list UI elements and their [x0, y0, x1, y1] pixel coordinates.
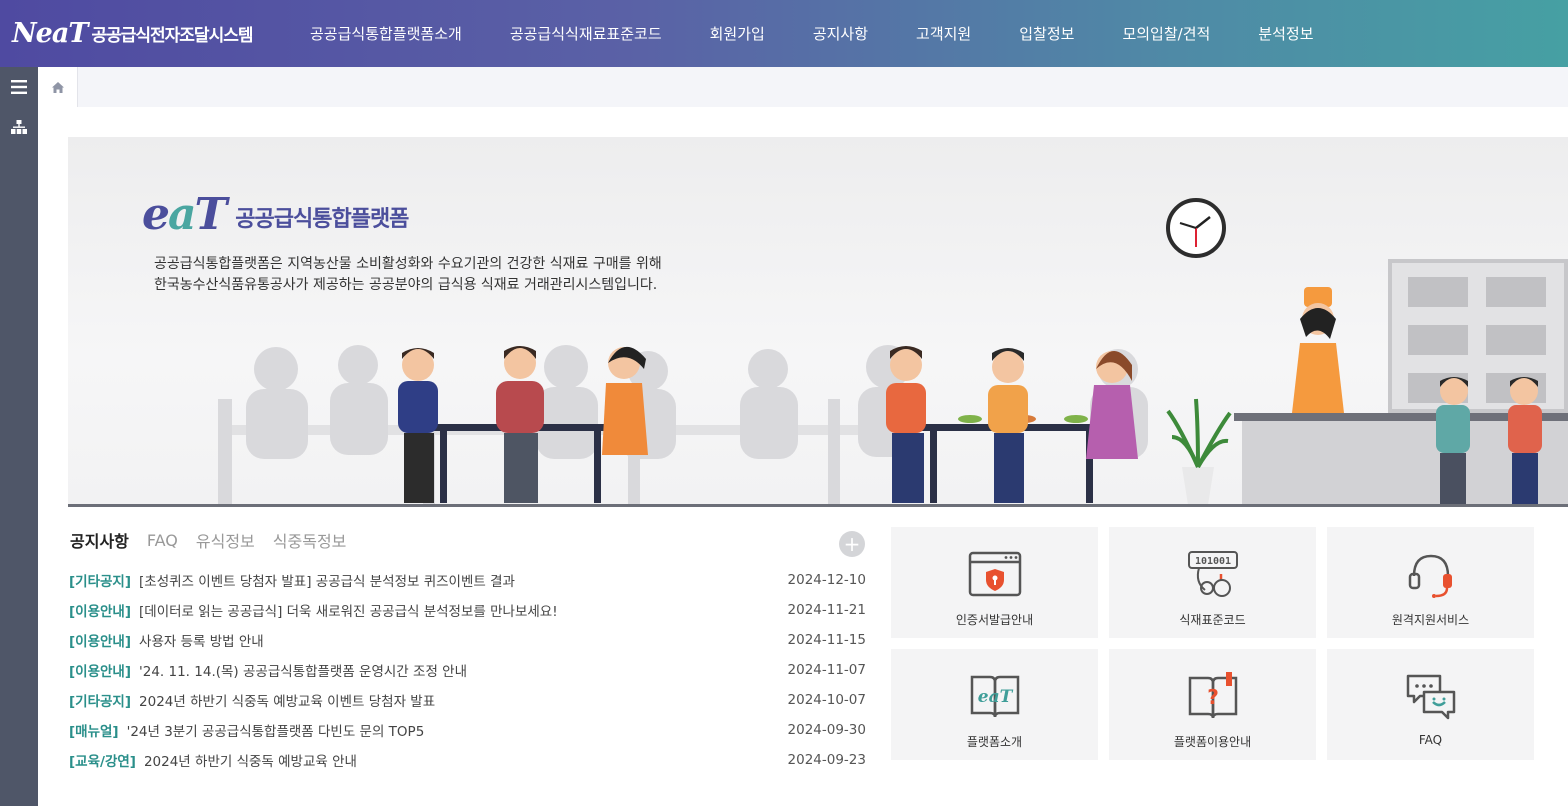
top-header: NeaT 공공급식전자조달시스템 공공급식통합플랫폼소개 공공급식식재료표준코드… — [0, 0, 1568, 67]
tab-food-poisoning[interactable]: 식중독정보 — [273, 528, 347, 552]
tile-food-code[interactable]: 101001 식재표준코드 — [1109, 527, 1316, 638]
chat-bubbles-icon — [1406, 674, 1455, 720]
svg-text:eaT: eaT — [977, 687, 1013, 707]
guide-book-icon: ? — [1188, 672, 1237, 719]
notice-title[interactable]: 2024년 하반기 식중독 예방교육 안내 — [144, 750, 788, 770]
tile-label: 플랫폼소개 — [966, 735, 1023, 749]
menu-icon — [11, 80, 27, 94]
certificate-icon — [968, 551, 1021, 597]
tile-label: 식재표준코드 — [1179, 613, 1246, 627]
tile-label: 인증서발급안내 — [955, 613, 1034, 627]
nav-item-mock-bid[interactable]: 모의입찰/견적 — [1098, 23, 1234, 44]
list-item[interactable]: [기타공지] 2024년 하반기 식중독 예방교육 이벤트 당첨자 발표 202… — [69, 685, 866, 715]
home-button[interactable] — [38, 67, 78, 107]
notice-title[interactable]: 사용자 등록 방법 안내 — [139, 630, 788, 650]
notice-category: [기타공지] — [69, 574, 132, 590]
home-icon — [51, 81, 64, 93]
tile-faq[interactable]: FAQ — [1327, 649, 1534, 760]
nav-item-bid-info[interactable]: 입찰정보 — [995, 23, 1098, 44]
food-code-icon: 101001 — [1187, 551, 1238, 597]
notice-list: [기타공지] [초성퀴즈 이벤트 당첨자 발표] 공공급식 분석정보 퀴즈이벤트… — [69, 565, 866, 775]
tile-label: FAQ — [1418, 733, 1443, 747]
tile-platform-guide[interactable]: ? 플랫폼이용안내 — [1109, 649, 1316, 760]
nav-item-standard-code[interactable]: 공공급식식재료표준코드 — [486, 23, 686, 44]
notice-category: [이용안내] — [69, 634, 132, 650]
notice-date: 2024-11-21 — [787, 602, 866, 618]
nav-item-notice[interactable]: 공지사항 — [789, 23, 892, 44]
notice-title[interactable]: [초성퀴즈 이벤트 당첨자 발표] 공공급식 분석정보 퀴즈이벤트 결과 — [139, 570, 788, 590]
logo-text: 공공급식전자조달시스템 — [91, 25, 253, 46]
tile-certificate[interactable]: 인증서발급안내 — [891, 527, 1098, 638]
notice-date: 2024-11-15 — [787, 632, 866, 648]
menu-button[interactable] — [0, 67, 38, 107]
list-item[interactable]: [기타공지] [초성퀴즈 이벤트 당첨자 발표] 공공급식 분석정보 퀴즈이벤트… — [69, 565, 866, 595]
tab-faq[interactable]: FAQ — [147, 531, 178, 550]
notice-title[interactable]: '24. 11. 14.(목) 공공급식통합플랫폼 운영시간 조정 안내 — [139, 660, 788, 680]
banner-description: 공공급식통합플랫폼은 지역농산물 소비활성화와 수요기관의 건강한 식재료 구매… — [154, 254, 662, 296]
headset-icon — [1408, 554, 1452, 598]
notice-category: [교육/강연] — [69, 754, 136, 770]
svg-text:101001: 101001 — [1194, 556, 1230, 567]
notice-category: [이용안내] — [69, 664, 132, 680]
notice-title[interactable]: [데이터로 읽는 공공급식] 더욱 새로워진 공공급식 분석정보를 만나보세요! — [139, 600, 788, 620]
tile-platform-intro[interactable]: eaT 플랫폼소개 — [891, 649, 1098, 760]
eat-book-icon: eaT — [970, 675, 1019, 718]
nav-item-signup[interactable]: 회원가입 — [686, 23, 789, 44]
notice-title[interactable]: '24년 3분기 공공급식통합플랫폼 다빈도 문의 TOP5 — [127, 720, 788, 740]
hero-banner: eaT 공공급식통합플랫폼 공공급식통합플랫폼은 지역농산물 소비활성화와 수요… — [68, 137, 1568, 507]
nav-item-analysis[interactable]: 분석정보 — [1234, 23, 1337, 44]
banner-desc-line-2: 한국농수산식품유통공사가 제공하는 공공분야의 급식용 식재료 거래관리시스템입… — [154, 277, 658, 293]
logo-mark: NeaT — [12, 17, 88, 49]
notice-title[interactable]: 2024년 하반기 식중독 예방교육 이벤트 당첨자 발표 — [139, 690, 788, 710]
list-item[interactable]: [매뉴얼] '24년 3분기 공공급식통합플랫폼 다빈도 문의 TOP5 202… — [69, 715, 866, 745]
sitemap-icon — [11, 120, 27, 134]
notice-date: 2024-11-07 — [787, 662, 866, 678]
more-button[interactable]: + — [839, 531, 865, 557]
notice-date: 2024-09-30 — [787, 722, 866, 738]
nav-item-intro[interactable]: 공공급식통합플랫폼소개 — [286, 23, 486, 44]
notice-category: [기타공지] — [69, 694, 132, 710]
banner-brand-name: 공공급식통합플랫폼 — [235, 207, 409, 232]
list-item[interactable]: [이용안내] '24. 11. 14.(목) 공공급식통합플랫폼 운영시간 조정… — [69, 655, 866, 685]
tile-label: 플랫폼이용안내 — [1173, 735, 1252, 749]
sitemap-button[interactable] — [0, 107, 38, 147]
main-nav: 공공급식통합플랫폼소개 공공급식식재료표준코드 회원가입 공지사항 고객지원 입… — [286, 0, 1338, 67]
tile-label: 원격지원서비스 — [1391, 613, 1470, 627]
list-item[interactable]: [이용안내] [데이터로 읽는 공공급식] 더욱 새로워진 공공급식 분석정보를… — [69, 595, 866, 625]
notice-date: 2024-12-10 — [787, 572, 866, 588]
site-logo[interactable]: NeaT 공공급식전자조달시스템 — [12, 16, 254, 50]
nav-item-support[interactable]: 고객지원 — [892, 23, 995, 44]
list-item[interactable]: [교육/강연] 2024년 하반기 식중독 예방교육 안내 2024-09-23 — [69, 745, 866, 775]
notice-date: 2024-10-07 — [787, 692, 866, 708]
banner-brand: eaT 공공급식통합플랫폼 — [142, 189, 409, 240]
breadcrumb — [38, 67, 1568, 107]
banner-desc-line-1: 공공급식통합플랫폼은 지역농산물 소비활성화와 수요기관의 건강한 식재료 구매… — [154, 256, 662, 272]
tab-diet-info[interactable]: 유식정보 — [196, 528, 255, 552]
banner-brand-mark: eaT — [142, 189, 227, 240]
notice-date: 2024-09-23 — [787, 752, 866, 768]
notice-category: [매뉴얼] — [69, 724, 119, 740]
tab-notice[interactable]: 공지사항 — [70, 528, 129, 552]
notice-tabs: 공지사항 FAQ 유식정보 식중독정보 — [70, 528, 364, 552]
left-rail — [0, 67, 38, 806]
list-item[interactable]: [이용안내] 사용자 등록 방법 안내 2024-11-15 — [69, 625, 866, 655]
svg-text:?: ? — [1207, 685, 1219, 709]
tile-remote-support[interactable]: 원격지원서비스 — [1327, 527, 1534, 638]
notice-category: [이용안내] — [69, 604, 132, 620]
